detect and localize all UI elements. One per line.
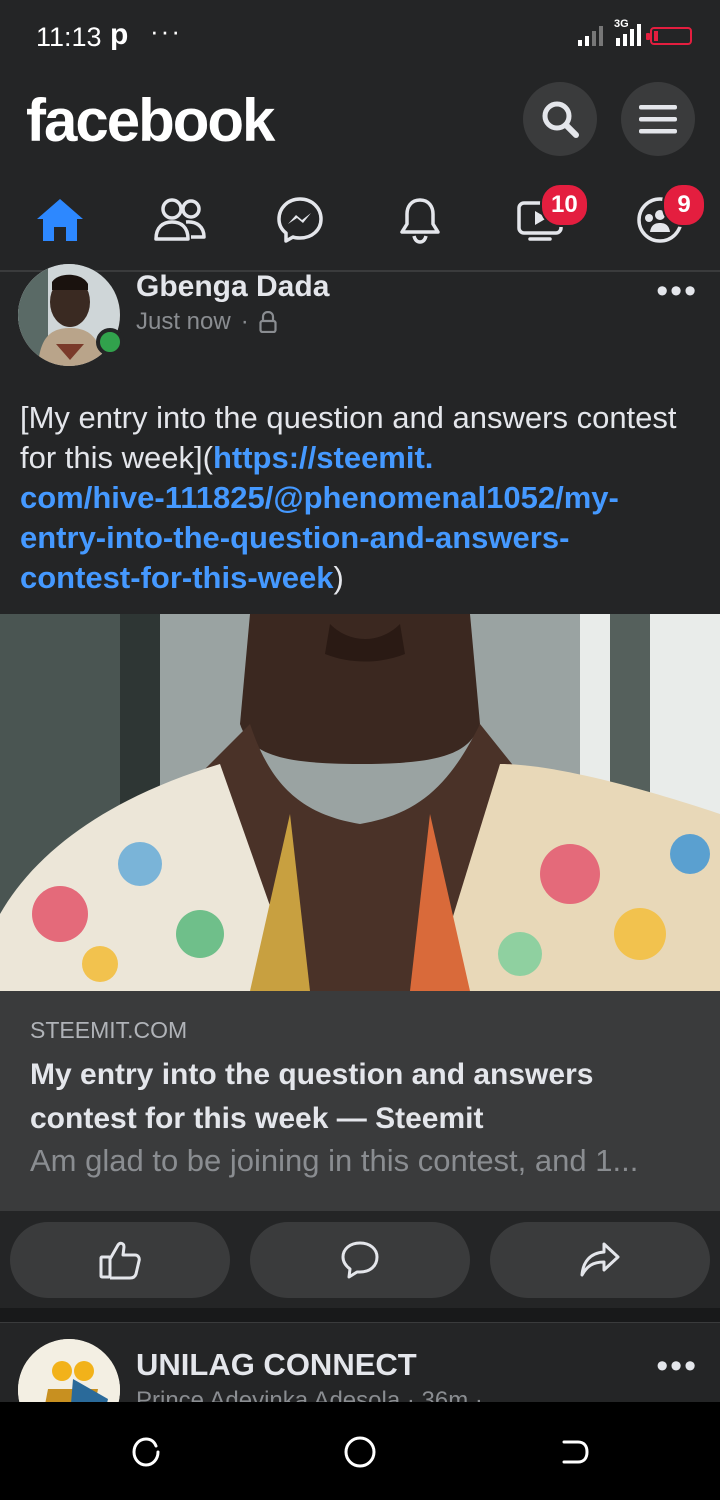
post-text: [My entry into the question and answers … [20,398,700,598]
post-author[interactable]: Gbenga Dada [136,270,329,304]
post-text-suffix: ) [333,560,344,595]
share-button[interactable] [490,1222,710,1298]
hamburger-menu-icon [639,105,677,134]
link-domain: STEEMIT.COM [30,1017,188,1043]
link-line-1: https://steemit. [212,440,434,475]
group-name[interactable]: UNILAG CONNECT [136,1347,417,1383]
tab-groups[interactable]: 9 [600,180,720,260]
meta-separator: · [240,308,249,335]
tab-watch[interactable]: 10 [480,180,600,260]
home-button[interactable] [332,1424,388,1480]
recent-apps-icon [132,1437,160,1467]
app-indicator: p [110,18,129,51]
tab-friends[interactable] [120,180,240,260]
back-icon [562,1440,589,1464]
comment-button[interactable] [250,1222,470,1298]
search-button[interactable] [523,82,597,156]
menu-button[interactable] [621,82,695,156]
lock-icon [259,311,277,333]
link-line-2: com/hive-111825/@phenomenal1052/my- [20,480,619,515]
share-icon [580,1242,620,1277]
facebook-logo: facebook [26,87,275,154]
status-time: 11:13 [36,22,102,52]
thumbs-up-icon [99,1241,141,1280]
group-avatar[interactable] [18,1339,120,1403]
feed-post-2: UNILAG CONNECT Prince Adeyinka Adesola ·… [0,1322,720,1403]
post-meta: Just now · [136,308,277,336]
status-bar: 11:13 p ··· 3G [0,0,720,76]
messenger-icon [277,197,323,243]
link-preview-card[interactable]: STEEMIT.COM My entry into the question a… [0,991,720,1211]
link-line-4: contest-for-this-week [20,560,334,595]
home-icon [37,199,83,241]
comment-icon [341,1241,379,1279]
post2-subline: Prince Adeyinka Adesola · 36m · [136,1387,483,1403]
watch-badge: 10 [540,183,589,227]
group-photo [18,1339,120,1403]
online-indicator [96,328,124,356]
recent-apps-button[interactable] [118,1424,174,1480]
post2-options-button[interactable]: ••• [656,1347,698,1386]
post-actions [0,1212,720,1308]
link-line-3: entry-into-the-question-and-answers- [20,520,570,555]
bell-icon [400,198,440,244]
preview-photo [0,614,720,991]
battery-low-icon [646,27,692,45]
feed-post: Gbenga Dada Just now · ••• [My entry int… [0,264,720,1308]
groups-badge: 9 [662,183,706,227]
link-preview-image[interactable] [0,614,720,991]
post-options-button[interactable]: ••• [656,272,698,311]
status-more-dots: ··· [150,16,182,46]
tab-bar: 10 9 [0,180,720,260]
tab-messenger[interactable] [240,180,360,260]
wifi-signal-icon [578,26,603,46]
tab-notifications[interactable] [360,180,480,260]
tab-home[interactable] [0,180,120,260]
system-nav-bar [0,1402,720,1500]
app-header: facebook 10 9 [0,76,720,272]
home-circle-icon [344,1436,376,1468]
like-button[interactable] [10,1222,230,1298]
post-time[interactable]: Just now [136,308,231,336]
cell-signal-icon [616,24,641,46]
link-title: My entry into the question and answers c… [30,1058,594,1135]
friends-icon [154,198,206,241]
search-icon [542,101,579,138]
link-description: Am glad to be joining in this contest, a… [30,1143,639,1178]
back-button[interactable] [546,1424,602,1480]
